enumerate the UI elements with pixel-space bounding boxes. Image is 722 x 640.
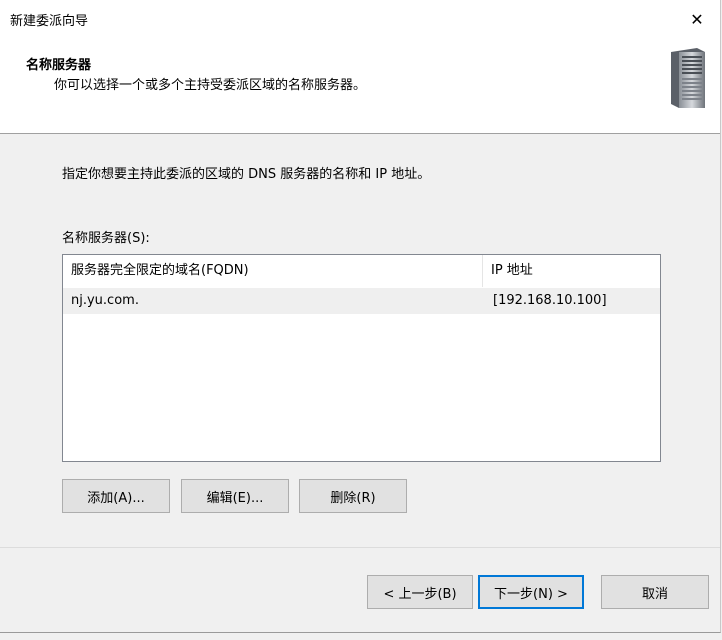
next-button[interactable]: 下一步(N) > xyxy=(478,575,584,609)
column-header-fqdn[interactable]: 服务器完全限定的域名(FQDN) xyxy=(63,255,483,287)
instructions-text: 指定你想要主持此委派的区域的 DNS 服务器的名称和 IP 地址。 xyxy=(62,167,431,182)
footer-divider xyxy=(0,547,720,548)
title-bar: 新建委派向导 ✕ xyxy=(0,0,720,38)
back-button[interactable]: < 上一步(B) xyxy=(367,575,473,609)
page-subtitle: 你可以选择一个或多个主持受委派区域的名称服务器。 xyxy=(54,78,367,93)
window-title: 新建委派向导 xyxy=(10,14,89,29)
background-strip xyxy=(0,633,722,640)
name-servers-list[interactable]: 服务器完全限定的域名(FQDN) IP 地址 nj.yu.com. [192.1… xyxy=(62,254,661,462)
list-header: 服务器完全限定的域名(FQDN) IP 地址 xyxy=(63,255,660,287)
name-servers-label: 名称服务器(S): xyxy=(62,231,150,246)
column-header-ip[interactable]: IP 地址 xyxy=(483,255,660,287)
page-title: 名称服务器 xyxy=(26,58,92,73)
close-icon: ✕ xyxy=(690,9,704,29)
ip-cell: [192.168.10.100] xyxy=(493,293,607,308)
server-tower-icon xyxy=(671,48,705,108)
new-delegation-wizard-dialog: 新建委派向导 ✕ 名称服务器 你可以选择一个或多个主持受委派区域的名称服务器。 xyxy=(0,0,721,633)
cancel-button[interactable]: 取消 xyxy=(601,575,709,609)
add-button[interactable]: 添加(A)... xyxy=(62,479,170,513)
delete-button[interactable]: 删除(R) xyxy=(299,479,407,513)
fqdn-cell: nj.yu.com. xyxy=(71,293,139,308)
wizard-header: 名称服务器 你可以选择一个或多个主持受委派区域的名称服务器。 xyxy=(0,38,720,134)
edit-button[interactable]: 编辑(E)... xyxy=(181,479,289,513)
close-button[interactable]: ✕ xyxy=(674,0,720,38)
table-row[interactable]: nj.yu.com. [192.168.10.100] xyxy=(63,288,660,314)
